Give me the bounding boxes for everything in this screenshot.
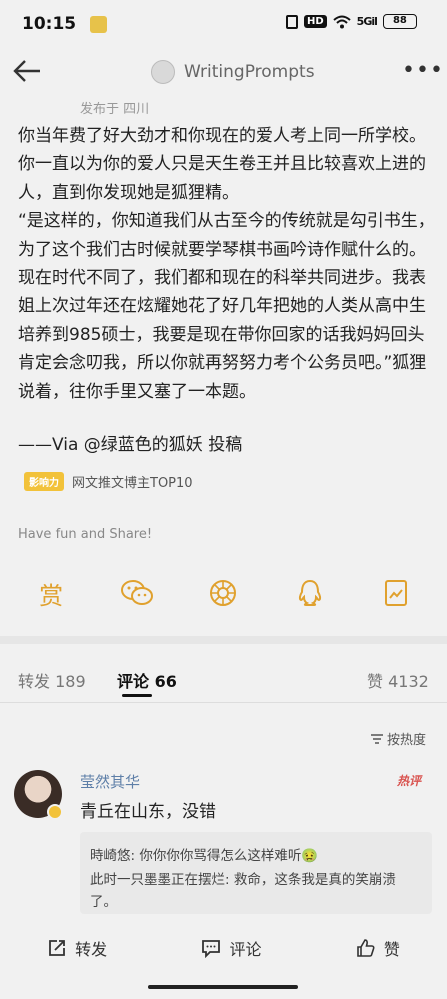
comment-username[interactable]: 莹然其华 — [80, 771, 140, 792]
reply-username[interactable]: 此时一只墨墨正在摆烂: — [90, 872, 230, 888]
back-arrow-icon[interactable] — [10, 54, 44, 88]
sort-toggle[interactable]: 按热度 — [370, 729, 426, 748]
moments-icon — [210, 580, 237, 606]
reply-item: 時崎悠: 你你你你骂得怎么这样难听🤢 — [90, 844, 318, 864]
badge-text: 网文推文博主TOP10 — [72, 476, 193, 491]
like-button[interactable]: 赞 — [356, 936, 400, 960]
comment-icon — [202, 940, 221, 958]
influence-badge[interactable]: 影响力 网文推文博主TOP10 — [24, 472, 193, 491]
repost-label: 转发 — [75, 940, 108, 959]
comment-label: 评论 — [229, 940, 262, 959]
reward-icon: 赏 — [39, 581, 64, 610]
thumbs-up-icon — [357, 939, 375, 957]
hd-icon: HD — [304, 15, 327, 28]
sort-label: 按热度 — [387, 733, 427, 748]
tabs-divider — [0, 702, 447, 703]
post-body: 你当年费了好大劲才和你现在的爱人考上同一所学校。你一直以为你的爱人只是天生卷王并… — [18, 122, 438, 406]
post-paragraph: “是这样的，你知道我们从古至今的传统就是勾引书生，为了这个我们古时候就要学琴棋书… — [18, 211, 435, 402]
tab-comment[interactable]: 评论 66 — [117, 668, 177, 692]
reward-button[interactable]: 赏 — [29, 571, 73, 615]
post-location: 发布于 四川 — [80, 102, 150, 117]
qzone-icon — [384, 580, 407, 606]
share-row: 赏 — [0, 568, 447, 618]
nav-bar: WritingPrompts ••• — [0, 48, 447, 98]
reply-username[interactable]: 時崎悠: — [90, 848, 135, 864]
wechat-icon — [121, 580, 154, 605]
qq-button[interactable] — [288, 571, 332, 615]
hot-comment-badge: 热评 — [397, 774, 422, 788]
notification-icon — [90, 16, 107, 33]
badge-label: 影响力 — [24, 472, 64, 491]
section-divider — [0, 636, 447, 644]
qzone-button[interactable] — [374, 571, 418, 615]
page-title[interactable]: WritingPrompts — [184, 62, 315, 82]
comment-text: 青丘在山东，没错 — [80, 802, 216, 822]
like-label: 赞 — [383, 940, 400, 959]
bottom-action-bar: 转发 评论 赞 — [0, 922, 447, 974]
verified-badge-icon — [47, 804, 63, 820]
status-time: 10:15 — [22, 14, 77, 34]
repost-icon — [49, 940, 66, 956]
reply-text: 你你你你骂得怎么这样难听🤢 — [139, 848, 319, 864]
post-paragraph: 你当年费了好大劲才和你现在的爱人考上同一所学校。你一直以为你的爱人只是天生卷王并… — [18, 126, 426, 203]
comment-button[interactable]: 评论 — [201, 936, 262, 960]
battery-icon: 88 — [382, 14, 417, 29]
repost-button[interactable]: 转发 — [47, 936, 107, 960]
account-avatar[interactable] — [151, 60, 175, 84]
moments-button[interactable] — [201, 571, 245, 615]
interaction-tabs: 转发 189 评论 66 赞 4132 — [0, 658, 447, 698]
post-via[interactable]: ——Via @绿蓝色的狐妖 投稿 — [18, 430, 242, 455]
status-bar: 10:15 HD 5Gil 88 — [0, 0, 447, 48]
tab-repost[interactable]: 转发 189 — [18, 668, 86, 692]
tab-like[interactable]: 赞 4132 — [367, 668, 429, 692]
wechat-button[interactable] — [115, 571, 159, 615]
more-icon[interactable]: ••• — [402, 58, 444, 83]
share-note: Have fun and Share! — [18, 527, 153, 542]
signal-icon: 5Gil — [356, 15, 378, 28]
vibrate-icon — [286, 14, 298, 29]
qq-icon — [298, 579, 321, 606]
wifi-icon — [333, 15, 351, 28]
sort-icon — [371, 733, 383, 744]
status-icons: HD 5Gil 88 — [286, 14, 417, 29]
reply-item: 此时一只墨墨正在摆烂: 救命，这条我是真的笑崩溃了。 — [90, 869, 420, 913]
active-tab-indicator — [122, 694, 152, 697]
home-indicator[interactable] — [148, 985, 298, 989]
